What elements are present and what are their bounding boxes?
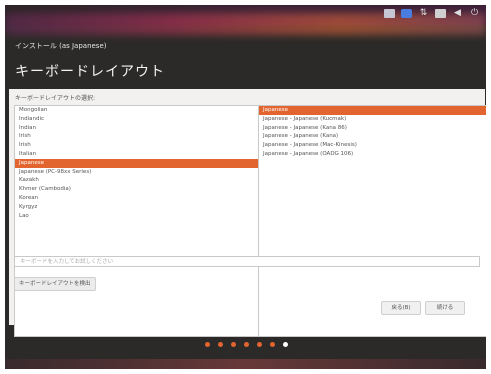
progress-dot — [257, 342, 262, 347]
content-panel: キーボードレイアウトの選択: Mongolian Indiandic India… — [9, 89, 486, 337]
layout-item[interactable]: Khmer (Cambodia) — [15, 185, 259, 194]
progress-dot — [270, 342, 275, 347]
volume-icon[interactable]: ◀ — [452, 9, 463, 18]
layout-item[interactable]: Irish — [15, 141, 259, 150]
network-icon[interactable]: ⇅ — [418, 9, 429, 18]
continue-button[interactable]: 続ける — [425, 301, 465, 315]
layout-item-selected[interactable]: Japanese — [15, 158, 259, 168]
progress-dot — [244, 342, 249, 347]
layout-item[interactable]: Kazakh — [15, 176, 259, 185]
layout-item[interactable]: Korean — [15, 194, 259, 203]
variant-item-selected[interactable]: Japanese — [259, 106, 486, 115]
keyboard-test-input[interactable]: キーボードを入力してお試しください — [14, 256, 480, 267]
progress-dot-current — [283, 342, 288, 347]
layout-item[interactable]: Kyrgyz — [15, 203, 259, 212]
variant-item[interactable]: Japanese - Japanese (OADG 106) — [259, 150, 486, 159]
variant-item[interactable]: Japanese - Japanese (Kana) — [259, 132, 486, 141]
variant-item[interactable]: Japanese - Japanese (Mac-Kinesis) — [259, 141, 486, 150]
layout-section-label: キーボードレイアウトの選択: — [15, 95, 96, 102]
progress-dot — [205, 342, 210, 347]
layout-item[interactable]: Indiandic — [15, 115, 259, 124]
layout-item[interactable]: Japanese (PC-98xx Series) — [15, 168, 259, 177]
layout-item[interactable]: Italian — [15, 150, 259, 159]
variant-item[interactable]: Japanese - Japanese (Kucmak) — [259, 115, 486, 124]
bottom-glow — [5, 359, 486, 369]
page-title: キーボードレイアウト — [15, 64, 165, 80]
progress-dots — [205, 342, 288, 347]
progress-dot — [231, 342, 236, 347]
bluetooth-icon[interactable] — [401, 9, 412, 18]
detect-layout-button[interactable]: キーボードレイアウトを検出 — [14, 277, 96, 291]
back-button[interactable]: 戻る(B) — [381, 301, 421, 315]
power-icon[interactable]: ⏻ — [469, 9, 480, 18]
battery-icon[interactable] — [435, 9, 446, 18]
indicator-tray: ⇅ ◀ ⏻ — [384, 9, 480, 18]
variant-item[interactable]: Japanese - Japanese (Kana 86) — [259, 124, 486, 133]
layout-item[interactable]: Irish — [15, 132, 259, 141]
layout-item[interactable]: Lao — [15, 212, 259, 221]
layout-item[interactable]: Mongolian — [15, 106, 259, 115]
keyboard-icon[interactable] — [384, 9, 395, 18]
installer-screen: ⇅ ◀ ⏻ インストール (as Japanese) キーボードレイアウト キー… — [5, 5, 486, 369]
layout-item[interactable]: Indian — [15, 124, 259, 133]
progress-dot — [218, 342, 223, 347]
window-title: インストール (as Japanese) — [15, 42, 107, 50]
layout-list[interactable]: Mongolian Indiandic Indian Irish Irish I… — [14, 105, 260, 337]
